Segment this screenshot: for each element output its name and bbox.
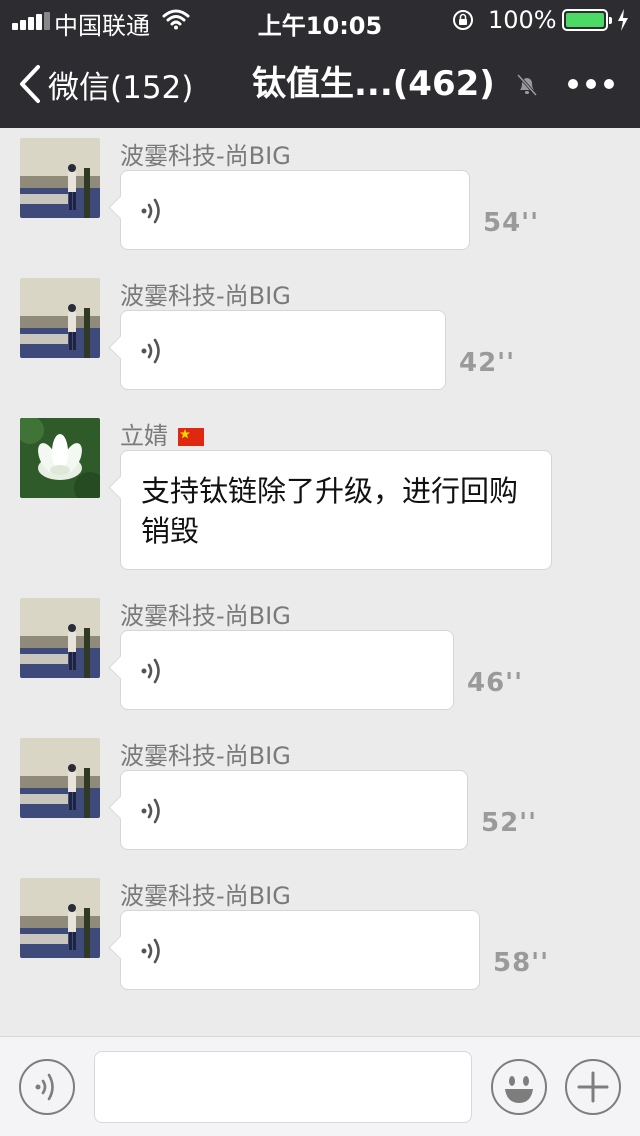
voice-bubble[interactable] xyxy=(120,310,446,390)
voice-bubble[interactable] xyxy=(120,170,470,250)
voice-message: 波霎科技-尚BIG 54'' xyxy=(0,128,640,268)
voice-message: 波霎科技-尚BIG 58'' xyxy=(0,868,640,1008)
chevron-left-icon xyxy=(20,65,40,103)
voice-message: 波霎科技-尚BIG 52'' xyxy=(0,728,640,868)
battery-percent: 100% xyxy=(488,6,557,34)
sender-name: 波霎科技-尚BIG xyxy=(120,142,291,170)
city-avatar[interactable] xyxy=(20,878,100,958)
voice-message: 波霎科技-尚BIG 42'' xyxy=(0,268,640,408)
voice-wave-icon xyxy=(141,938,160,964)
more-options-icon[interactable] xyxy=(566,74,616,94)
voice-bubble[interactable] xyxy=(120,910,480,990)
city-avatar[interactable] xyxy=(20,738,100,818)
back-button[interactable]: 微信(152) xyxy=(18,62,193,106)
voice-duration: 42'' xyxy=(459,348,516,378)
message-text: 支持钛链除了升级，进行回购销毁 xyxy=(141,474,519,548)
voice-wave-icon xyxy=(141,338,160,364)
voice-input-button[interactable] xyxy=(19,1059,75,1115)
voice-duration: 54'' xyxy=(483,208,540,238)
plus-icon xyxy=(577,1071,609,1103)
more-actions-button[interactable] xyxy=(565,1059,621,1115)
charging-icon xyxy=(618,9,628,31)
sender-name: 波霎科技-尚BIG xyxy=(120,742,291,770)
lotus-avatar[interactable] xyxy=(20,418,100,498)
text-message: 立婧 支持钛链除了升级，进行回购销毁 xyxy=(0,408,640,588)
voice-duration: 46'' xyxy=(467,668,524,698)
voice-wave-icon xyxy=(141,798,160,824)
chat-message-list[interactable]: 波霎科技-尚BIG 54'' 波霎科技-尚BIG 42'' 立婧 支持钛链除了升… xyxy=(0,128,640,1036)
emoji-icon xyxy=(505,1076,533,1103)
mute-bell-icon xyxy=(516,73,538,97)
back-label: 微信(152) xyxy=(48,69,194,106)
china-flag-icon xyxy=(177,428,204,446)
input-toolbar xyxy=(0,1036,640,1136)
city-avatar[interactable] xyxy=(20,278,100,358)
emoji-button[interactable] xyxy=(491,1059,547,1115)
voice-duration: 58'' xyxy=(493,948,550,978)
sender-name-text: 立婧 xyxy=(120,422,168,450)
sender-name: 波霎科技-尚BIG xyxy=(120,882,291,910)
chat-title: 钛值生...(462) xyxy=(252,64,495,104)
text-bubble[interactable]: 支持钛链除了升级，进行回购销毁 xyxy=(120,450,552,570)
city-avatar[interactable] xyxy=(20,138,100,218)
battery-icon xyxy=(562,9,612,31)
sender-name: 波霎科技-尚BIG xyxy=(120,602,291,630)
voice-wave-icon xyxy=(141,658,160,684)
status-bar: 中国联通 上午10:05 100% xyxy=(0,0,640,40)
voice-input-icon xyxy=(35,1073,54,1101)
battery-fill xyxy=(566,13,604,27)
voice-wave-icon xyxy=(141,198,160,224)
voice-bubble[interactable] xyxy=(120,770,468,850)
voice-message: 波霎科技-尚BIG 46'' xyxy=(0,588,640,728)
voice-bubble[interactable] xyxy=(120,630,454,710)
header: 中国联通 上午10:05 100% 微信(152) 钛值生...(462) xyxy=(0,0,640,128)
city-avatar[interactable] xyxy=(20,598,100,678)
message-input[interactable] xyxy=(94,1051,472,1123)
rotation-lock-icon xyxy=(453,10,473,30)
voice-duration: 52'' xyxy=(481,808,538,838)
sender-name: 立婧 xyxy=(120,416,204,451)
sender-name: 波霎科技-尚BIG xyxy=(120,282,291,310)
